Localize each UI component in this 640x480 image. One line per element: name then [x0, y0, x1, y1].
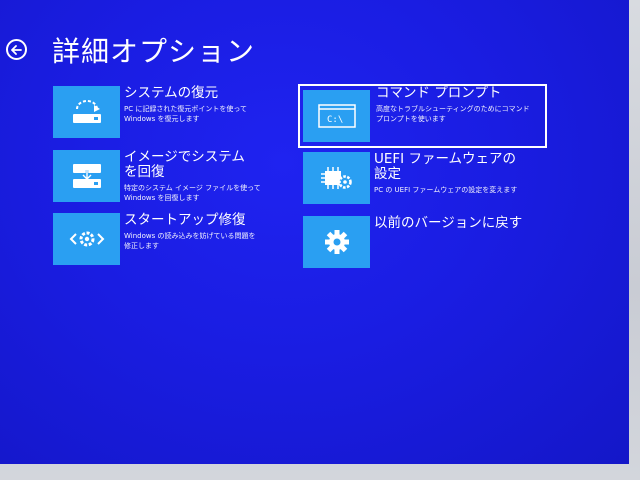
option-description: PC に記録された復元ポイントを使って Windows を復元します [124, 104, 284, 124]
firmware-chip-icon [320, 167, 352, 189]
option-go-back-previous-version[interactable]: 以前のバージョンに戻す [303, 216, 543, 270]
option-title: UEFI ファームウェアの設定 [374, 151, 517, 182]
option-uefi-firmware-settings[interactable]: UEFI ファームウェアの設定 PC の UEFI ファームウェアの設定を変えま… [303, 152, 543, 208]
option-text: スタートアップ修復 Windows の読み込みを妨げている問題を 修正します [124, 213, 255, 251]
option-text: 以前のバージョンに戻す [374, 216, 522, 231]
option-tile [53, 150, 120, 202]
command-prompt-icon: C:\ [317, 104, 356, 128]
option-tile: C:\ [303, 90, 370, 142]
gear-icon [324, 230, 349, 254]
option-text: コマンド プロンプト 高度なトラブルシューティングのためにコマンド プロンプトを… [376, 86, 530, 124]
description-line: 特定のシステム イメージ ファイルを使って [124, 184, 261, 192]
option-command-prompt[interactable]: C:\ コマンド プロンプト 高度なトラブルシューティングのためにコマンド プロ… [298, 84, 547, 148]
recovery-screen: 詳細オプション システムの復元 PC に記録された復元ポイントを使って Wind… [0, 0, 629, 464]
description-line: プロンプトを使います [376, 115, 446, 123]
option-tile [53, 213, 120, 265]
description-line: Windows の読み込みを妨げている問題を [124, 232, 256, 240]
option-title: 以前のバージョンに戻す [374, 215, 523, 231]
option-tile [303, 216, 370, 268]
option-description: Windows の読み込みを妨げている問題を 修正します [124, 231, 255, 251]
description-line: 高度なトラブルシューティングのためにコマンド [376, 105, 530, 113]
description-line: PC に記録された復元ポイントを使って [124, 105, 247, 113]
page-title: 詳細オプション [52, 35, 256, 68]
option-text: UEFI ファームウェアの設定 PC の UEFI ファームウェアの設定を変えま… [374, 152, 524, 195]
option-text: システムの復元 PC に記録された復元ポイントを使って Windows を復元し… [124, 86, 284, 124]
option-startup-repair[interactable]: スタートアップ修復 Windows の読み込みを妨げている問題を 修正します [53, 213, 283, 267]
description-line: Windows を回復します [124, 194, 200, 202]
option-title: コマンド プロンプト [376, 85, 502, 101]
option-tile [53, 86, 120, 138]
description-line: 修正します [124, 242, 159, 250]
option-title: スタートアップ修復 [124, 212, 246, 228]
option-description: PC の UEFI ファームウェアの設定を変えます [374, 185, 524, 195]
startup-repair-icon [69, 231, 104, 247]
option-tile [303, 152, 370, 204]
description-line: Windows を復元します [124, 115, 200, 123]
system-restore-icon [72, 100, 101, 123]
option-text: イメージでシステムを回復 特定のシステム イメージ ファイルを使って Windo… [124, 149, 261, 203]
option-system-restore[interactable]: システムの復元 PC に記録された復元ポイントを使って Windows を復元し… [53, 86, 283, 140]
system-image-icon [72, 164, 101, 188]
back-button[interactable] [6, 39, 27, 60]
command-prompt-icon-text: C:\ [327, 115, 343, 125]
option-title: イメージでシステムを回復 [124, 149, 245, 180]
option-description: 高度なトラブルシューティングのためにコマンド プロンプトを使います [376, 104, 530, 124]
description-line: PC の UEFI ファームウェアの設定を変えます [374, 186, 518, 194]
back-arrow-icon [11, 44, 22, 55]
option-description: 特定のシステム イメージ ファイルを使って Windows を回復します [124, 183, 261, 203]
option-title: システムの復元 [124, 85, 219, 101]
option-system-image-recovery[interactable]: イメージでシステムを回復 特定のシステム イメージ ファイルを使って Windo… [53, 150, 283, 206]
